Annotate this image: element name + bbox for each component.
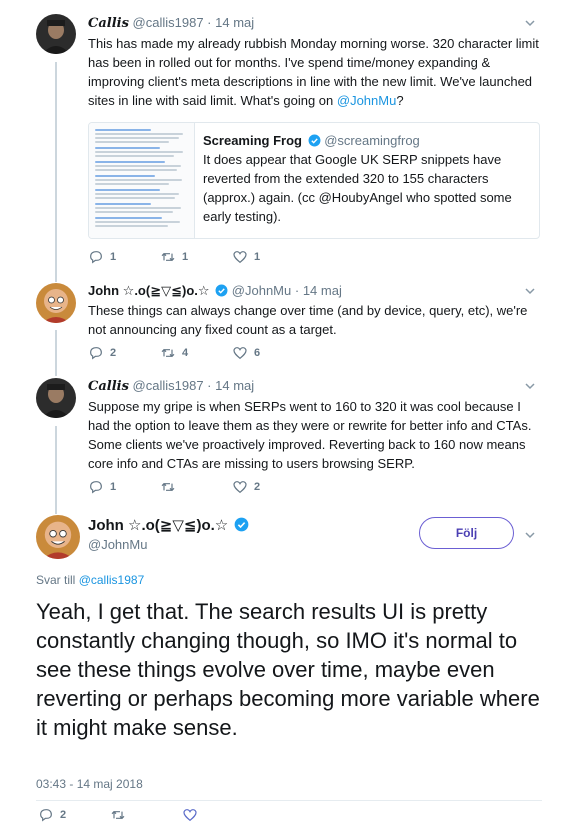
like-button[interactable]: 1	[232, 249, 304, 265]
like-count: 1	[254, 251, 261, 263]
user-handle[interactable]: @callis1987	[133, 378, 204, 393]
display-name[interactable]: John ☆.o(≧▽≦)o.☆	[88, 283, 210, 298]
tweet-header: Callis @callis1987 · 14 maj	[88, 377, 542, 396]
separator-dot: ·	[207, 378, 212, 393]
main-user-handle[interactable]: @JohnMu	[88, 537, 249, 552]
tweet-header: Callis @callis1987 · 14 maj	[88, 14, 542, 33]
retweet-button[interactable]: 1	[160, 249, 232, 265]
user-handle[interactable]: @JohnMu	[232, 283, 291, 298]
mention-link[interactable]: @JohnMu	[337, 93, 396, 108]
retweet-button[interactable]: 4	[160, 345, 232, 361]
display-name[interactable]: Callis	[88, 379, 129, 394]
tweet-time[interactable]: 14 maj	[303, 283, 342, 298]
reply-to-prefix: Svar till	[36, 573, 79, 587]
retweet-icon	[161, 348, 175, 358]
retweet-icon	[111, 810, 125, 820]
retweet-button[interactable]	[160, 479, 232, 495]
tweet-item[interactable]: John ☆.o(≧▽≦)o.☆ @JohnMu · 14 maj These …	[0, 275, 572, 370]
like-count: 2	[254, 481, 261, 493]
chevron-down-icon[interactable]	[524, 529, 536, 541]
quote-display-name: Screaming Frog	[203, 133, 302, 148]
tweet-text-end: ?	[396, 93, 404, 108]
tweet-actions: 2	[38, 807, 254, 823]
reply-button[interactable]: 1	[88, 479, 160, 495]
follow-button[interactable]: Följ	[419, 517, 514, 549]
reply-icon	[90, 481, 102, 494]
quoted-tweet-card[interactable]: Screaming Frog @screamingfrog It does ap…	[88, 122, 540, 239]
verified-badge-icon	[308, 134, 321, 147]
quote-handle: @screamingfrog	[324, 133, 420, 148]
verified-badge-icon	[235, 517, 249, 532]
reply-button[interactable]: 1	[88, 249, 160, 265]
tweet-thread-page: Callis @callis1987 · 14 maj This has mad…	[0, 0, 572, 835]
retweet-count: 4	[182, 347, 189, 359]
tweet-time[interactable]: 14 maj	[215, 15, 254, 30]
avatar[interactable]	[36, 14, 76, 54]
like-count: 6	[254, 347, 261, 359]
mention-link[interactable]: @callis1987	[79, 573, 145, 587]
tweet-text: These things can always change over time…	[88, 303, 528, 337]
chevron-down-icon[interactable]	[524, 17, 536, 29]
heart-icon	[233, 481, 247, 494]
divider	[36, 800, 542, 801]
tweet-time[interactable]: 14 maj	[215, 378, 254, 393]
tweet-actions: 1 2	[88, 479, 304, 495]
reply-count: 2	[60, 809, 67, 821]
separator-dot: ·	[294, 283, 300, 298]
retweet-count: 1	[182, 251, 189, 263]
avatar[interactable]	[36, 378, 76, 418]
tweet-actions: 2 4 6	[88, 345, 304, 361]
display-name[interactable]: Callis	[88, 16, 129, 31]
avatar[interactable]	[36, 515, 80, 559]
retweet-icon	[161, 252, 175, 262]
tweet-text: This has made my already rubbish Monday …	[88, 34, 542, 110]
like-button[interactable]	[182, 807, 254, 823]
tweet-text: Suppose my gripe is when SERPs went to 1…	[88, 399, 532, 471]
tweet-item[interactable]: Callis @callis1987 · 14 maj This has mad…	[0, 0, 572, 275]
quote-text: It does appear that Google UK SERP snipp…	[203, 152, 512, 224]
heart-icon	[233, 347, 247, 360]
reply-count: 1	[110, 251, 117, 263]
main-display-name[interactable]: John ☆.o(≧▽≦)o.☆	[88, 517, 228, 534]
like-button[interactable]: 2	[232, 479, 304, 495]
tweet-header: John ☆.o(≧▽≦)o.☆ @JohnMu · 14 maj	[88, 282, 542, 300]
reply-button[interactable]: 2	[38, 807, 110, 823]
tweet-actions: 1 1 1	[88, 249, 304, 265]
quote-content: Screaming Frog @screamingfrog It does ap…	[203, 133, 529, 226]
chevron-down-icon[interactable]	[524, 285, 536, 297]
reply-icon	[90, 251, 102, 264]
main-tweet-author[interactable]: John ☆.o(≧▽≦)o.☆ @JohnMu	[88, 516, 249, 552]
reply-count: 2	[110, 347, 117, 359]
tweet-text-main: This has made my already rubbish Monday …	[88, 36, 539, 108]
verified-badge-icon	[215, 284, 228, 297]
main-tweet-text: Yeah, I get that. The search results UI …	[36, 599, 540, 740]
heart-icon	[233, 251, 247, 264]
tweet-item[interactable]: Callis @callis1987 · 14 maj Suppose my g…	[0, 370, 572, 500]
chevron-down-icon[interactable]	[524, 380, 536, 392]
reply-icon	[90, 347, 102, 360]
separator-dot: ·	[207, 15, 212, 30]
main-tweet-timestamp[interactable]: 03:43 - 14 maj 2018	[36, 777, 143, 791]
quote-thumbnail	[89, 123, 195, 238]
retweet-icon	[161, 482, 175, 492]
like-button[interactable]: 6	[232, 345, 304, 361]
reply-icon	[40, 809, 52, 822]
retweet-button[interactable]	[110, 807, 182, 823]
avatar[interactable]	[36, 283, 76, 323]
user-handle[interactable]: @callis1987	[133, 15, 204, 30]
heart-icon	[183, 809, 197, 822]
reply-to-line: Svar till @callis1987	[36, 573, 144, 587]
reply-count: 1	[110, 481, 117, 493]
reply-button[interactable]: 2	[88, 345, 160, 361]
